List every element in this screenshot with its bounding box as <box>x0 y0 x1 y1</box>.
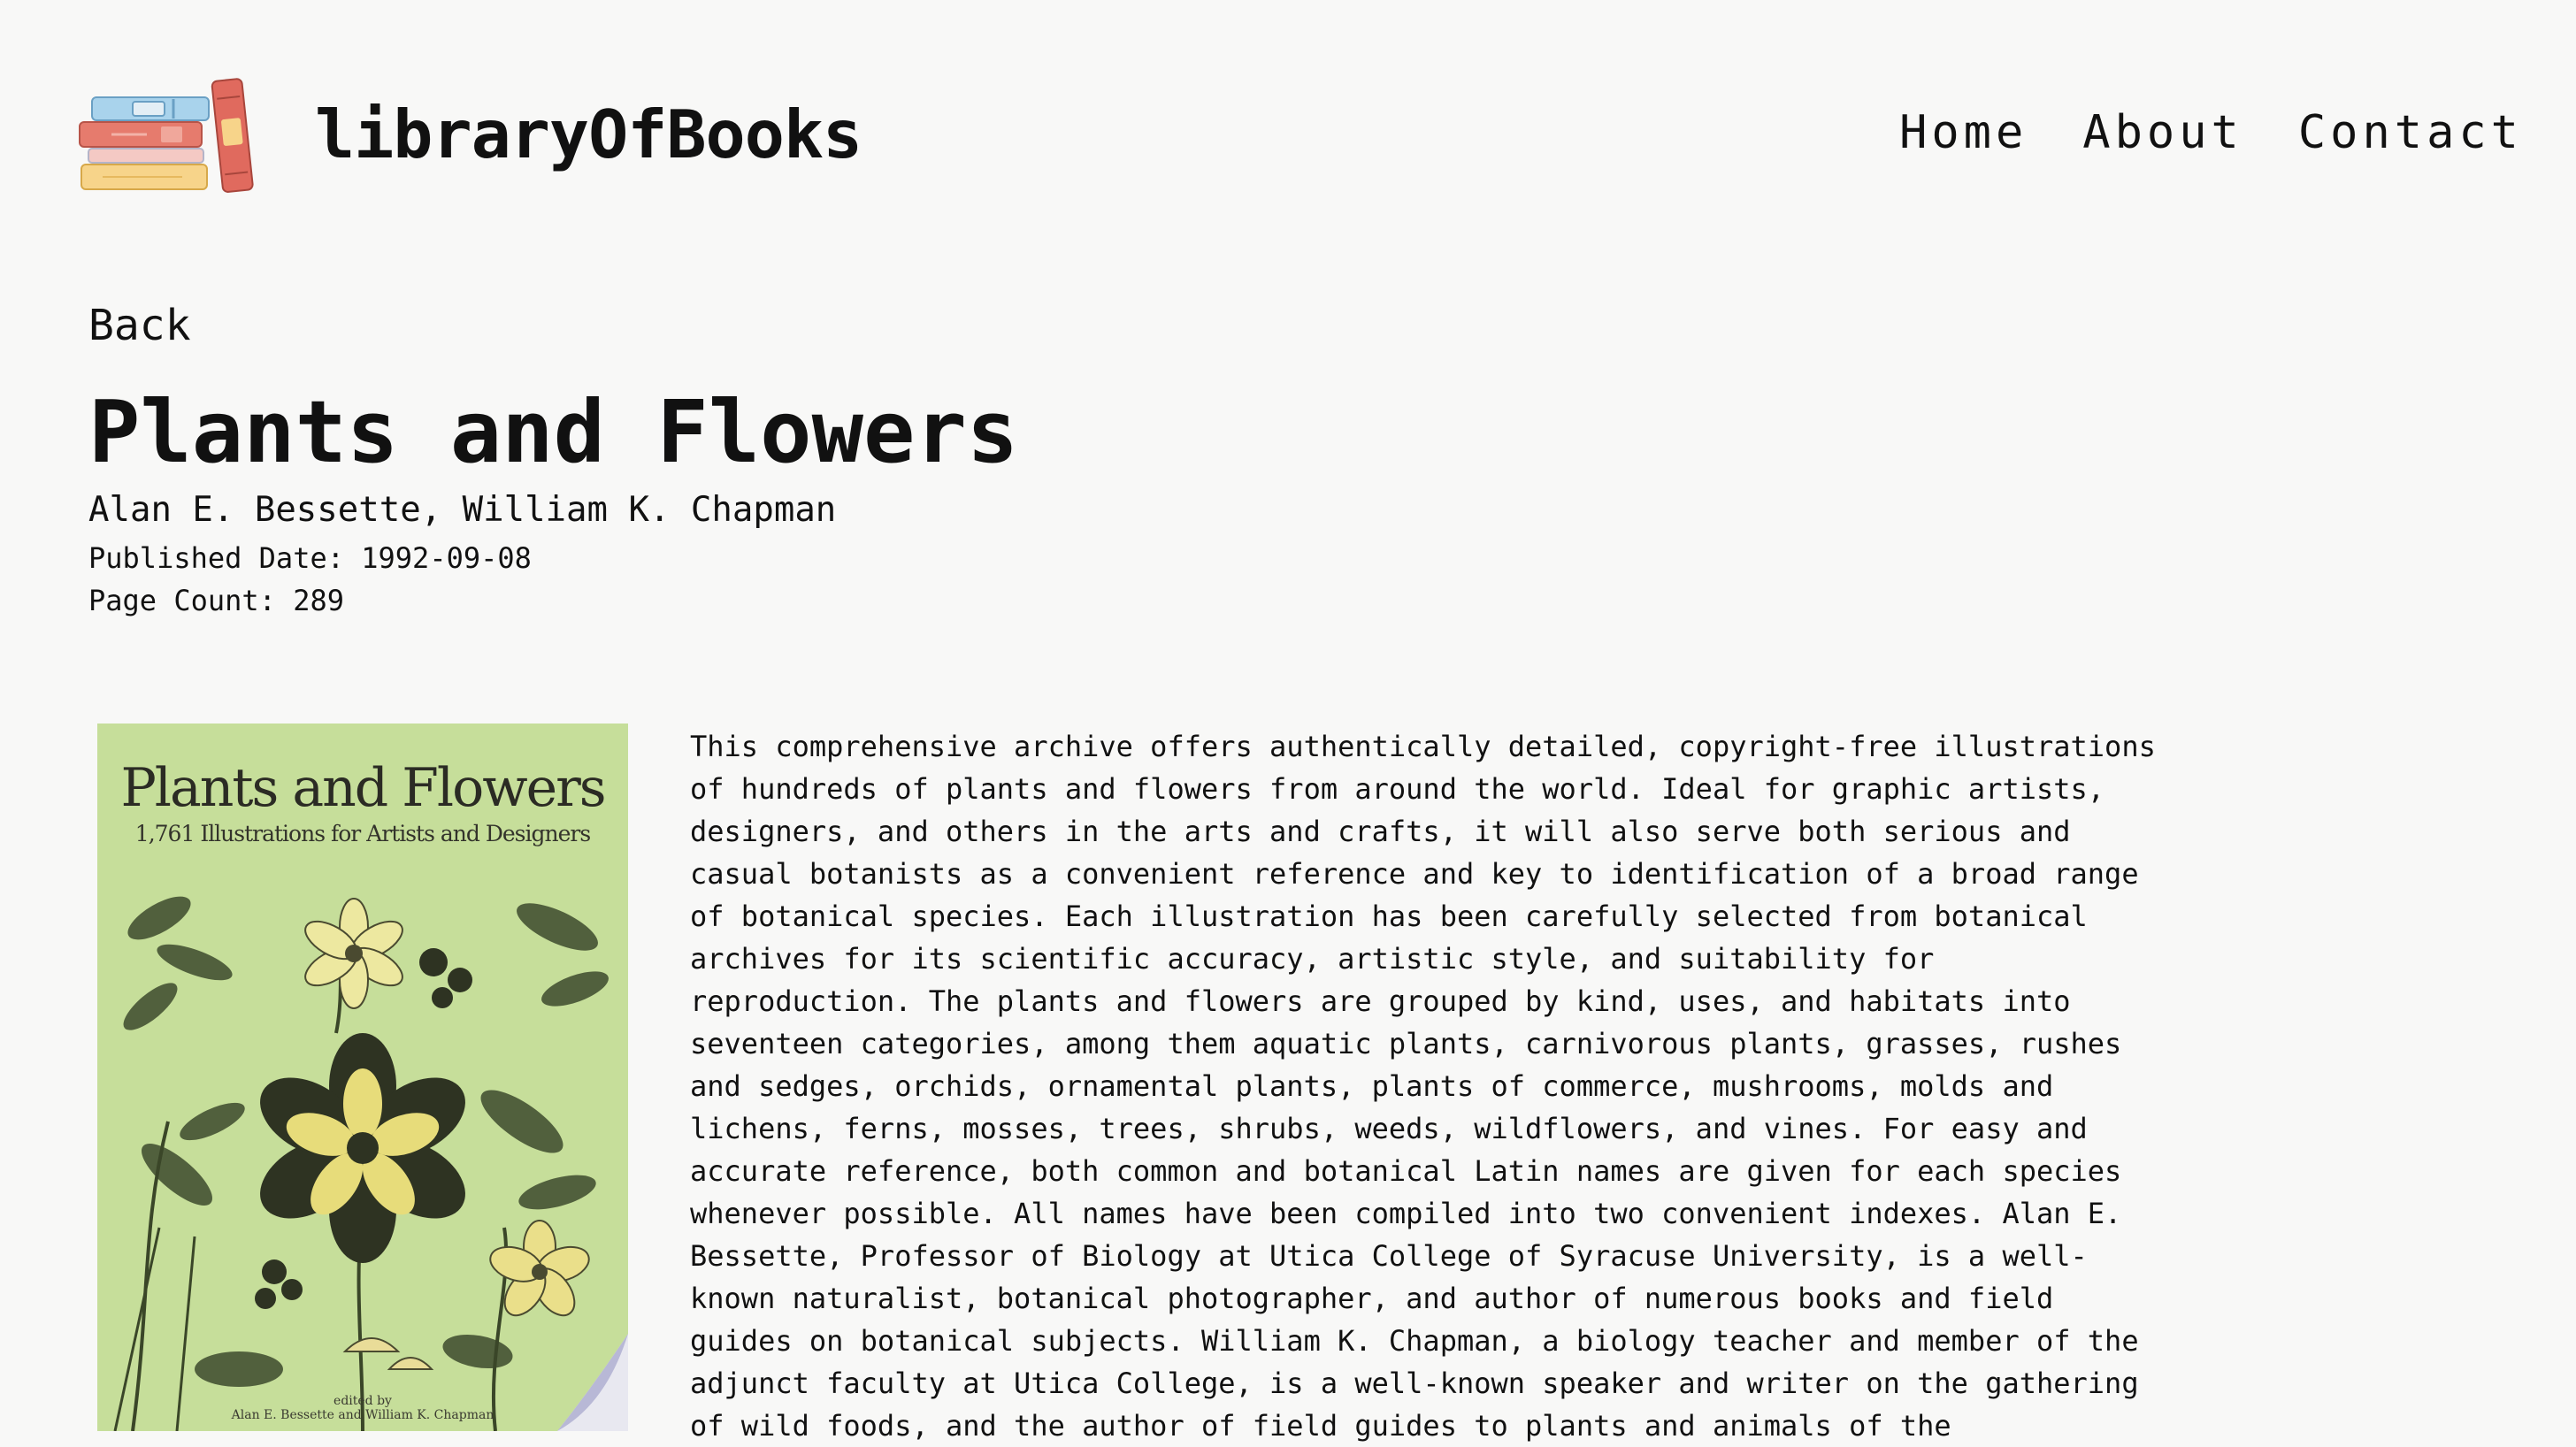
description-line: of botanical species. Each illustration … <box>690 900 2088 933</box>
description-line: Bessette, Professor of Biology at Utica … <box>690 1239 2088 1273</box>
nav-contact[interactable]: Contact <box>2298 106 2523 159</box>
description-line: designers, and others in the arts and cr… <box>690 815 2071 848</box>
book-authors: Alan E. Bessette, William K. Chapman <box>88 490 837 530</box>
description-line: accurate reference, both common and bota… <box>690 1154 2122 1188</box>
site-header: libraryOfBooks Home About Contact <box>0 0 2576 265</box>
description-line: of hundreds of plants and flowers from a… <box>690 772 2105 806</box>
published-date: Published Date: 1992-09-08 <box>88 541 532 575</box>
description-line: lichens, ferns, mosses, trees, shrubs, w… <box>690 1112 2088 1145</box>
cover-title: Plants and Flowers <box>120 757 606 819</box>
cover-subtitle: 1,761 Illustrations for Artists and Desi… <box>134 821 591 846</box>
site-brand[interactable]: libraryOfBooks <box>315 96 862 173</box>
description-line: This comprehensive archive offers authen… <box>690 730 2156 763</box>
description-line: seventeen categories, among them aquatic… <box>690 1027 2122 1060</box>
nav-about[interactable]: About <box>2082 106 2243 159</box>
page-count: Page Count: 289 <box>88 584 344 617</box>
description-line: casual botanists as a convenient referen… <box>690 857 2139 891</box>
back-link[interactable]: Back <box>88 301 191 350</box>
book-description: This comprehensive archive offers authen… <box>690 725 2158 1447</box>
cover-editors: edited by Alan E. Bessette and William K… <box>231 1394 494 1422</box>
botanical-illustration <box>113 896 628 1431</box>
book-cover-image: Plants and Flowers 1,761 Illustrations f… <box>97 724 628 1431</box>
description-line: whenever possible. All names have been c… <box>690 1197 2122 1230</box>
description-line: guides on botanical subjects. William K.… <box>690 1324 2139 1358</box>
nav-home[interactable]: Home <box>1899 106 2028 159</box>
description-line: reproduction. The plants and flowers are… <box>690 984 2071 1018</box>
description-line: of wild foods, and the author of field g… <box>690 1409 1951 1443</box>
description-line: archives for its scientific accuracy, ar… <box>690 942 1935 976</box>
description-line: and sedges, orchids, ornamental plants, … <box>690 1069 2054 1103</box>
description-line: known naturalist, botanical photographer… <box>690 1282 2054 1315</box>
main-nav: Home About Contact <box>1899 106 2523 159</box>
stacked-books-icon[interactable] <box>76 76 262 195</box>
book-title: Plants and Flowers <box>88 382 1019 482</box>
description-line: adjunct faculty at Utica College, is a w… <box>690 1367 2139 1400</box>
